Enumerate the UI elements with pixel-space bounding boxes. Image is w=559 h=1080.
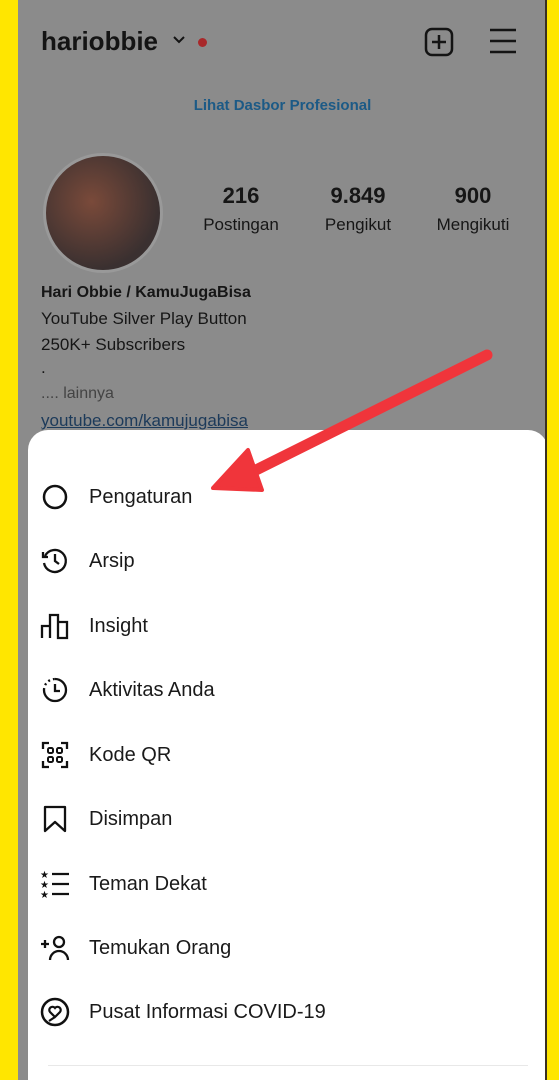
annotation-arrow: [211, 349, 493, 492]
